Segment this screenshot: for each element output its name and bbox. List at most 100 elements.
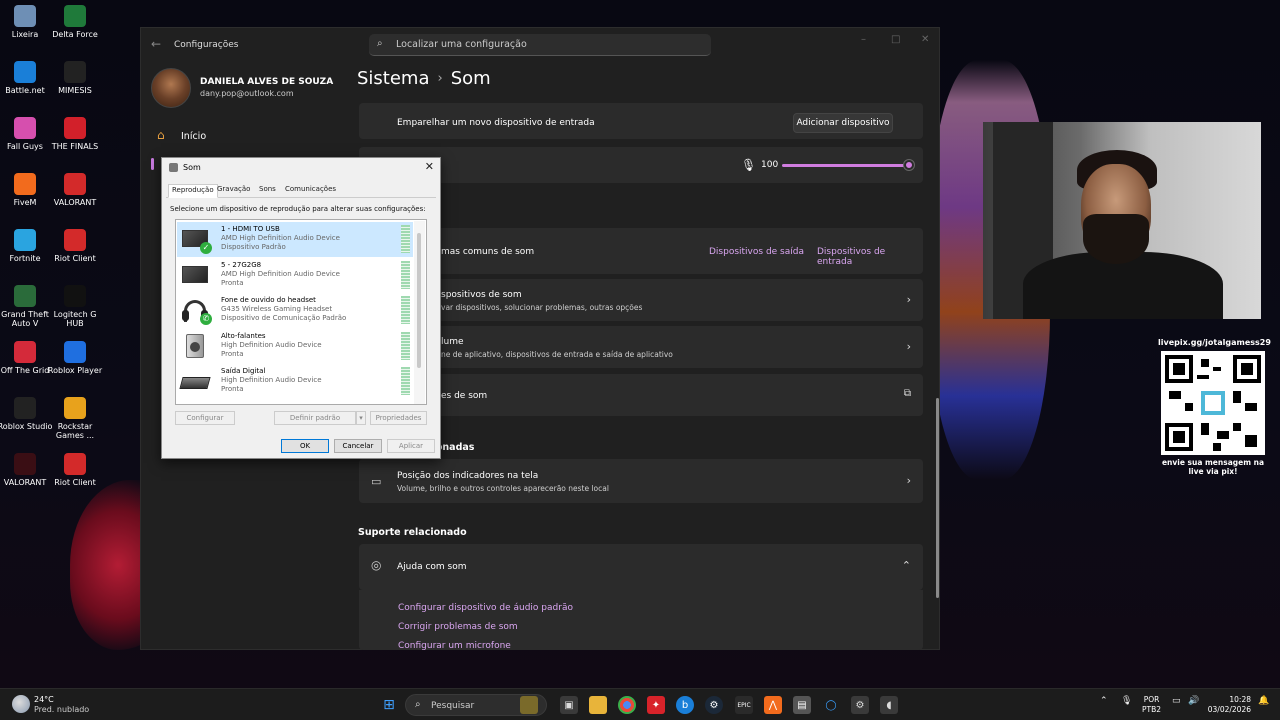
minimize-icon[interactable]: – [861, 34, 866, 45]
taskbar-widget-icon[interactable] [520, 696, 538, 714]
scrollbar-thumb[interactable] [417, 233, 421, 368]
tab-sounds[interactable]: Sons [256, 184, 279, 194]
desktop-icon-label: Off The Grid [0, 366, 50, 375]
playback-device-item[interactable]: 5 - 27G2G8 AMD High Definition Audio Devi… [177, 258, 413, 293]
settings-gear-icon[interactable]: ⚙ [851, 696, 869, 714]
settings-search-box[interactable]: ⌕ Localizar uma configuração [369, 34, 711, 56]
riot-client-icon[interactable]: ✦ [647, 696, 665, 714]
maximize-icon[interactable]: □ [891, 34, 900, 45]
dialog-tabs: Reprodução Gravação Sons Comunicações [166, 184, 436, 198]
desktop-icon[interactable]: Fortnite [0, 229, 53, 263]
language-indicator[interactable]: POR PTB2 [1142, 695, 1161, 715]
scrollbar[interactable] [414, 221, 425, 404]
qr-caption-top: livepix.gg/jotalgamess29 [1158, 338, 1271, 347]
playback-device-item[interactable]: ✆ Fone de ouvido do headset G435 Wireless … [177, 293, 413, 328]
indicators-desc: Volume, brilho e outros controles aparec… [397, 484, 609, 493]
tab-recording[interactable]: Gravação [214, 184, 253, 194]
help-link[interactable]: Corrigir problemas de som [398, 622, 518, 632]
help-with-sound-row[interactable]: ◎ Ajuda com som ⌃ [359, 544, 923, 590]
desktop-icon[interactable]: VALORANT [0, 453, 53, 487]
set-default-button[interactable]: Definir padrão [274, 411, 356, 425]
desktop-icon[interactable]: Roblox Player [47, 341, 103, 375]
set-default-dropdown-icon[interactable]: ▾ [356, 411, 366, 425]
network-icon[interactable]: ▭ [1172, 696, 1181, 706]
desktop-icon[interactable]: THE FINALS [47, 117, 103, 151]
desktop-icon[interactable]: VALORANT [47, 173, 103, 207]
help-link[interactable]: Configurar dispositivo de áudio padrão [398, 603, 573, 613]
more-sound-settings-row[interactable]: es de som ⧉ [359, 374, 923, 416]
steam-icon[interactable]: ⚙ [705, 696, 723, 714]
chevron-up-icon[interactable]: ⌃ [902, 559, 911, 572]
playback-device-item[interactable]: Alto-falantes High Definition Audio Devic… [177, 329, 413, 364]
windows-start-icon[interactable]: ⊞ [380, 696, 398, 714]
desktop-icon[interactable]: Battle.net [0, 61, 53, 95]
output-devices-link[interactable]: Dispositivos de saída [709, 247, 804, 257]
volume-mixer-row[interactable]: lume ne de aplicativo, dispositivos de e… [359, 326, 923, 368]
close-icon[interactable]: ✕ [921, 34, 929, 45]
app-icon [14, 229, 36, 251]
desktop-icon[interactable]: Riot Client [47, 229, 103, 263]
notification-bell-icon[interactable]: 🔔 [1258, 696, 1269, 706]
all-devices-desc: var dispositivos, solucionar problemas, … [441, 303, 643, 312]
tray-chevron-up-icon[interactable]: ⌃ [1100, 696, 1108, 706]
mouse-icon[interactable]: ◖ [880, 696, 898, 714]
desktop-icon-label: Battle.net [5, 86, 45, 95]
sidebar-item-home[interactable]: ⌂ Início [155, 128, 335, 146]
playback-device-item[interactable]: ✓ 1 - HDMI TO USB AMD High Definition Audi… [177, 222, 413, 257]
device-driver: AMD High Definition Audio Device [221, 269, 340, 278]
microphone-icon[interactable]: 🎙 [1121, 696, 1132, 706]
all-sound-devices-row[interactable]: spositivos de som var dispositivos, solu… [359, 279, 923, 321]
chrome-icon[interactable] [618, 696, 636, 714]
desktop-icon[interactable]: Fall Guys [0, 117, 53, 151]
weather-description[interactable]: Pred. nublado [34, 705, 89, 714]
tab-communications[interactable]: Comunicações [282, 184, 339, 194]
desktop-icon[interactable]: Rockstar Games ... [47, 397, 103, 440]
volume-icon[interactable]: 🔊 [1188, 696, 1199, 706]
pair-input-label: Emparelhar um novo dispositivo de entrad… [397, 118, 595, 128]
breadcrumb-parent[interactable]: Sistema [357, 68, 430, 89]
chevron-right-icon: › [906, 293, 911, 306]
back-arrow-icon[interactable]: ← [151, 37, 161, 51]
desktop-icon[interactable]: Lixeira [0, 5, 53, 39]
desktop-icon[interactable]: Logitech G HUB [47, 285, 103, 328]
desktop-icon[interactable]: FiveM [0, 173, 53, 207]
input-devices-link[interactable]: Dispositivos de entrada [817, 247, 923, 267]
epic-games-icon[interactable]: EPIC [735, 696, 753, 714]
playback-device-item[interactable]: Saída Digital High Definition Audio Devic… [177, 364, 413, 399]
scrollbar[interactable] [936, 398, 939, 598]
volume-slider[interactable] [782, 160, 914, 170]
desktop-icon[interactable]: Grand Theft Auto V [0, 285, 53, 328]
clock[interactable]: 10:28 03/02/2026 [1207, 695, 1251, 715]
apply-button[interactable]: Aplicar [387, 439, 435, 453]
indicators-position-row[interactable]: ▭ Posição dos indicadores na tela Volume… [359, 459, 923, 503]
help-link[interactable]: Configurar um microfone [398, 641, 511, 651]
desktop-icon[interactable]: Off The Grid [0, 341, 53, 375]
avatar[interactable] [151, 68, 191, 108]
dialog-title: Som [183, 163, 201, 172]
properties-button[interactable]: Propriedades [370, 411, 427, 425]
tab-playback[interactable]: Reprodução [168, 184, 218, 198]
fivem-icon[interactable]: ⋀ [764, 696, 782, 714]
digital-output-icon [179, 369, 211, 393]
slider-thumb[interactable] [904, 160, 914, 170]
desktop-icon[interactable]: Delta Force [47, 5, 103, 39]
battlenet-icon[interactable]: b [676, 696, 694, 714]
cancel-button[interactable]: Cancelar [334, 439, 382, 453]
ok-button[interactable]: OK [281, 439, 329, 453]
chat-icon[interactable]: ◯ [822, 696, 840, 714]
configure-button[interactable]: Configurar [175, 411, 235, 425]
desktop-icon[interactable]: Roblox Studio [0, 397, 53, 431]
sidebar-selection-indicator [151, 158, 154, 170]
lang-line-1: POR [1143, 695, 1160, 704]
file-explorer-icon[interactable] [589, 696, 607, 714]
weather-cloud-icon[interactable] [12, 695, 30, 713]
weather-temperature[interactable]: 24°C [34, 695, 54, 704]
app-icon[interactable]: ▤ [793, 696, 811, 714]
microphone-icon[interactable]: 🎙 [741, 158, 756, 172]
task-view-icon[interactable]: ▣ [560, 696, 578, 714]
close-icon[interactable]: ✕ [425, 160, 434, 173]
pair-input-device-row: Emparelhar um novo dispositivo de entrad… [359, 103, 923, 139]
desktop-icon[interactable]: MIMESIS [47, 61, 103, 95]
add-device-button[interactable]: Adicionar dispositivo [793, 113, 893, 133]
desktop-icon[interactable]: Riot Client [47, 453, 103, 487]
